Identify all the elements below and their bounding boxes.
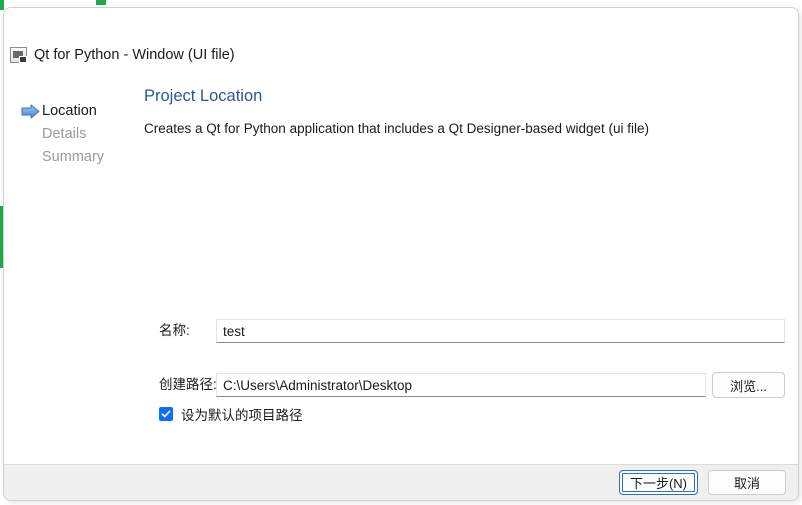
page-description: Creates a Qt for Python application that…	[144, 121, 650, 136]
background-bleed-top	[96, 0, 106, 5]
default-path-checkbox-row[interactable]: 设为默认的项目路径	[159, 405, 303, 423]
default-path-checkbox-label: 设为默认的项目路径	[181, 408, 303, 423]
window-title: Qt for Python - Window (UI file)	[34, 47, 235, 63]
dialog-footer: 下一步(N) 取消	[4, 464, 798, 500]
blue-right-arrow-icon	[21, 104, 40, 119]
page-title: Project Location	[144, 87, 263, 105]
cancel-button[interactable]: 取消	[708, 470, 786, 495]
wizard-steps: Location Details Summary	[4, 100, 134, 169]
title-bar: Qt for Python - Window (UI file)	[4, 8, 798, 63]
sidebar-item-details[interactable]: Details	[4, 123, 134, 146]
sidebar-item-summary[interactable]: Summary	[4, 146, 134, 169]
qt-designer-icon	[10, 47, 27, 63]
path-field-label: 创建路径:	[159, 377, 217, 392]
checkbox-checked-icon[interactable]	[159, 407, 173, 421]
sidebar-item-label-location: Location	[42, 103, 97, 119]
next-button[interactable]: 下一步(N)	[618, 470, 698, 495]
sidebar-item-location[interactable]: Location	[4, 100, 134, 123]
browse-button[interactable]: 浏览...	[712, 372, 785, 398]
name-input[interactable]	[216, 319, 785, 343]
footer-button-group: 下一步(N) 取消	[618, 470, 786, 495]
wizard-dialog: Qt for Python - Window (UI file) Locatio…	[3, 7, 799, 501]
sidebar-item-label-summary: Summary	[42, 149, 105, 165]
sidebar-item-label-details: Details	[42, 126, 87, 142]
path-input[interactable]	[216, 373, 706, 397]
name-field-label: 名称:	[159, 323, 190, 338]
